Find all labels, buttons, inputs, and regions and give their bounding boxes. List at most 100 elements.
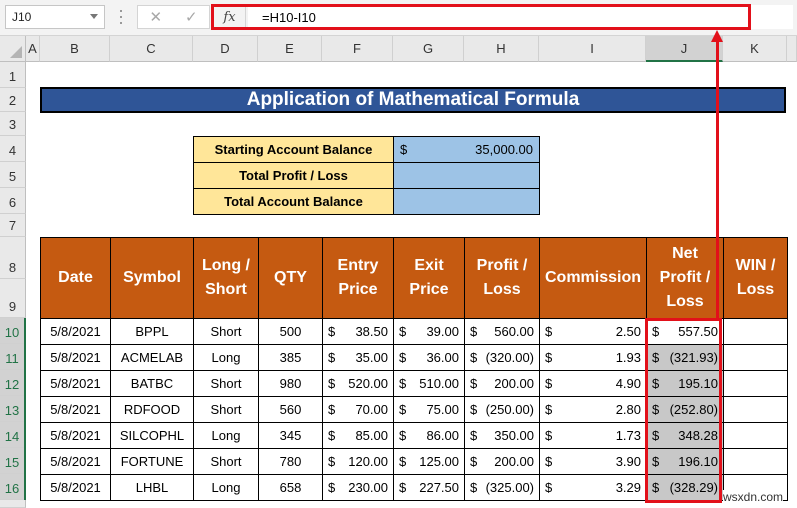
row-header-12[interactable]: 12 — [0, 370, 26, 396]
cell-side[interactable]: Short — [193, 448, 259, 475]
cell-commission[interactable]: $2.50 — [539, 318, 647, 345]
summary-label[interactable]: Starting Account Balance — [193, 136, 394, 163]
row-header-9[interactable]: 9 — [0, 279, 26, 318]
summary-label[interactable]: Total Account Balance — [193, 188, 394, 215]
cell-net-profit-loss[interactable]: $557.50 — [646, 318, 724, 345]
cell-entry-price[interactable]: $230.00 — [322, 474, 394, 501]
column-header-h[interactable]: H — [464, 36, 539, 62]
cell-date[interactable]: 5/8/2021 — [40, 396, 111, 423]
cell-exit-price[interactable]: $227.50 — [393, 474, 465, 501]
cell-symbol[interactable]: ACMELAB — [110, 344, 194, 371]
cell-net-profit-loss[interactable]: $196.10 — [646, 448, 724, 475]
cell-side[interactable]: Short — [193, 396, 259, 423]
summary-value[interactable] — [393, 162, 540, 189]
row-header-6[interactable]: 6 — [0, 188, 26, 214]
cell-exit-price[interactable]: $125.00 — [393, 448, 465, 475]
cell-entry-price[interactable]: $120.00 — [322, 448, 394, 475]
column-header-e[interactable]: E — [258, 36, 322, 62]
cell-profit-loss[interactable]: $560.00 — [464, 318, 540, 345]
cell-win-loss[interactable] — [723, 370, 788, 397]
cell-qty[interactable]: 780 — [258, 448, 323, 475]
cell-side[interactable]: Short — [193, 370, 259, 397]
cell-profit-loss[interactable]: $ (250.00) — [464, 396, 540, 423]
header-win-loss[interactable]: WIN / Loss — [723, 237, 788, 319]
cell-net-profit-loss[interactable]: $ (321.93) — [646, 344, 724, 371]
cell-symbol[interactable]: BPPL — [110, 318, 194, 345]
cell-date[interactable]: 5/8/2021 — [40, 474, 111, 501]
row-header-15[interactable]: 15 — [0, 448, 26, 474]
header-commission[interactable]: Commission — [539, 237, 647, 319]
column-header-k[interactable]: K — [723, 36, 787, 62]
cell-entry-price[interactable]: $520.00 — [322, 370, 394, 397]
cell-date[interactable]: 5/8/2021 — [40, 448, 111, 475]
cell-exit-price[interactable]: $39.00 — [393, 318, 465, 345]
cell-profit-loss[interactable]: $ (320.00) — [464, 344, 540, 371]
row-header-13[interactable]: 13 — [0, 396, 26, 422]
cell-win-loss[interactable] — [723, 396, 788, 423]
header-net-profit-loss[interactable]: Net Profit / Loss — [646, 237, 724, 319]
cell-symbol[interactable]: FORTUNE — [110, 448, 194, 475]
enter-icon[interactable]: ✓ — [185, 8, 198, 26]
cell-side[interactable]: Long — [193, 422, 259, 449]
cell-commission[interactable]: $3.90 — [539, 448, 647, 475]
cell-exit-price[interactable]: $36.00 — [393, 344, 465, 371]
chevron-down-icon[interactable] — [90, 14, 98, 19]
cell-entry-price[interactable]: $35.00 — [322, 344, 394, 371]
row-header-10[interactable]: 10 — [0, 318, 26, 344]
cell-date[interactable]: 5/8/2021 — [40, 422, 111, 449]
cell-profit-loss[interactable]: $ (325.00) — [464, 474, 540, 501]
cell-qty[interactable]: 658 — [258, 474, 323, 501]
header-symbol[interactable]: Symbol — [110, 237, 194, 319]
header-profit-loss[interactable]: Profit / Loss — [464, 237, 540, 319]
column-header-b[interactable]: B — [40, 36, 110, 62]
column-header-i[interactable]: I — [539, 36, 646, 62]
cancel-icon[interactable]: ✕ — [149, 8, 162, 26]
cell-qty[interactable]: 980 — [258, 370, 323, 397]
cell-commission[interactable]: $1.73 — [539, 422, 647, 449]
row-header-8[interactable]: 8 — [0, 237, 26, 279]
header-qty[interactable]: QTY — [258, 237, 323, 319]
cell-symbol[interactable]: SILCOPHL — [110, 422, 194, 449]
formula-input[interactable]: =H10-I10 — [248, 5, 793, 29]
cell-exit-price[interactable]: $86.00 — [393, 422, 465, 449]
insert-function-icon[interactable]: fx — [214, 5, 246, 29]
cell-win-loss[interactable] — [723, 448, 788, 475]
cell-qty[interactable]: 345 — [258, 422, 323, 449]
cell-qty[interactable]: 500 — [258, 318, 323, 345]
column-header-f[interactable]: F — [322, 36, 393, 62]
cell-net-profit-loss[interactable]: $195.10 — [646, 370, 724, 397]
cell-win-loss[interactable] — [723, 422, 788, 449]
cell-side[interactable]: Long — [193, 474, 259, 501]
summary-value[interactable] — [393, 188, 540, 215]
cell-profit-loss[interactable]: $200.00 — [464, 448, 540, 475]
column-header-l[interactable] — [787, 36, 797, 62]
cell-qty[interactable]: 385 — [258, 344, 323, 371]
cell-commission[interactable]: $4.90 — [539, 370, 647, 397]
row-header-14[interactable]: 14 — [0, 422, 26, 448]
cell-exit-price[interactable]: $510.00 — [393, 370, 465, 397]
summary-label[interactable]: Total Profit / Loss — [193, 162, 394, 189]
row-header-5[interactable]: 5 — [0, 162, 26, 188]
cell-qty[interactable]: 560 — [258, 396, 323, 423]
cell-exit-price[interactable]: $75.00 — [393, 396, 465, 423]
sheet-title[interactable]: Application of Mathematical Formula — [40, 87, 786, 113]
cell-date[interactable]: 5/8/2021 — [40, 318, 111, 345]
header-long-short[interactable]: Long / Short — [193, 237, 259, 319]
column-header-g[interactable]: G — [393, 36, 464, 62]
cell-commission[interactable]: $3.29 — [539, 474, 647, 501]
cell-net-profit-loss[interactable]: $348.28 — [646, 422, 724, 449]
column-header-c[interactable]: C — [110, 36, 193, 62]
header-date[interactable]: Date — [40, 237, 111, 319]
cell-win-loss[interactable] — [723, 344, 788, 371]
cell-profit-loss[interactable]: $350.00 — [464, 422, 540, 449]
cell-date[interactable]: 5/8/2021 — [40, 344, 111, 371]
row-header-11[interactable]: 11 — [0, 344, 26, 370]
row-header-17[interactable] — [0, 500, 26, 508]
cell-commission[interactable]: $1.93 — [539, 344, 647, 371]
cell-entry-price[interactable]: $85.00 — [322, 422, 394, 449]
cell-net-profit-loss[interactable]: $ (328.29) — [646, 474, 724, 501]
select-all-button[interactable] — [0, 36, 26, 62]
cell-side[interactable]: Short — [193, 318, 259, 345]
cell-commission[interactable]: $2.80 — [539, 396, 647, 423]
row-header-4[interactable]: 4 — [0, 136, 26, 162]
